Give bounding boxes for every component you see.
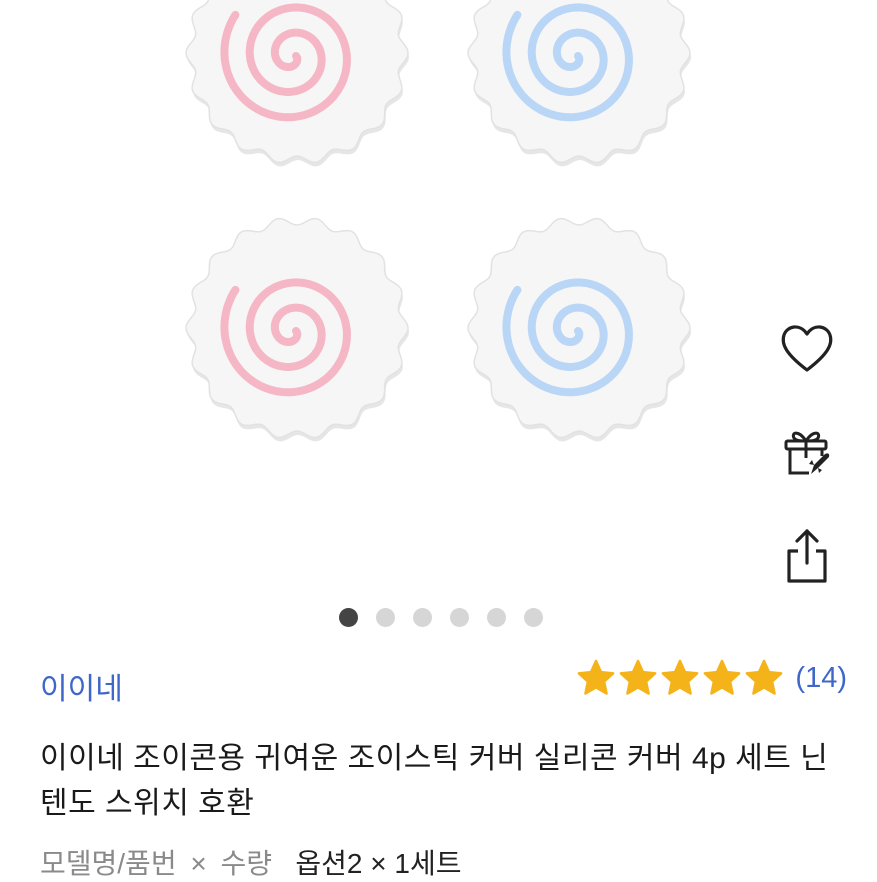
pink-swirl-cap-bottom-left (180, 211, 415, 446)
star-icon (704, 659, 741, 695)
heart-icon (781, 325, 833, 372)
blue-swirl-cap-image (467, 0, 691, 167)
product-title: 이이네 조이콘용 귀여운 조이스틱 커버 실리콘 커버 4p 세트 닌텐도 스위… (40, 742, 829, 820)
option-value: 옵션2 (295, 848, 363, 879)
product-image-gallery[interactable] (0, 0, 877, 600)
blue-swirl-cap-top-right (462, 0, 697, 171)
star-rating (577, 659, 783, 697)
option-value-separator: × (370, 848, 387, 879)
wishlist-button[interactable] (777, 318, 837, 378)
pink-swirl-cap-image (185, 0, 409, 167)
star-icon (578, 659, 615, 695)
option-separator: × (190, 848, 207, 879)
image-page-indicator[interactable] (0, 608, 877, 627)
page-dot-2[interactable] (375, 608, 395, 627)
star-icon (620, 659, 657, 695)
page-dot-1[interactable] (338, 608, 358, 627)
option-label-quantity: 수량 (220, 848, 273, 879)
option-summary[interactable]: 모델명/품번 × 수량 옵션2 × 1세트 (40, 842, 462, 882)
page-dot-4[interactable] (449, 608, 469, 627)
page-dot-6[interactable] (523, 608, 543, 627)
cap-body (467, 0, 691, 164)
share-button[interactable] (777, 526, 837, 586)
review-count[interactable]: (14) (795, 662, 847, 695)
option-label-model: 모델명/품번 (40, 848, 177, 879)
gift-button[interactable] (777, 422, 837, 482)
rating-summary[interactable]: (14) (577, 659, 847, 697)
blue-swirl-cap-image (467, 217, 691, 442)
side-action-bar (777, 318, 837, 586)
blue-swirl-cap-bottom-right (462, 211, 697, 446)
option-quantity: 1세트 (394, 848, 462, 879)
pink-swirl-cap-top-left (180, 0, 415, 171)
page-dot-5[interactable] (486, 608, 506, 627)
share-icon (787, 529, 827, 583)
pink-swirl-cap-image (185, 217, 409, 442)
star-icon (662, 659, 699, 695)
page-dot-3[interactable] (412, 608, 432, 627)
gift-icon (784, 431, 830, 475)
brand-link[interactable]: 이이네 (40, 664, 123, 708)
star-icon (746, 659, 783, 695)
cap-body (185, 0, 409, 164)
